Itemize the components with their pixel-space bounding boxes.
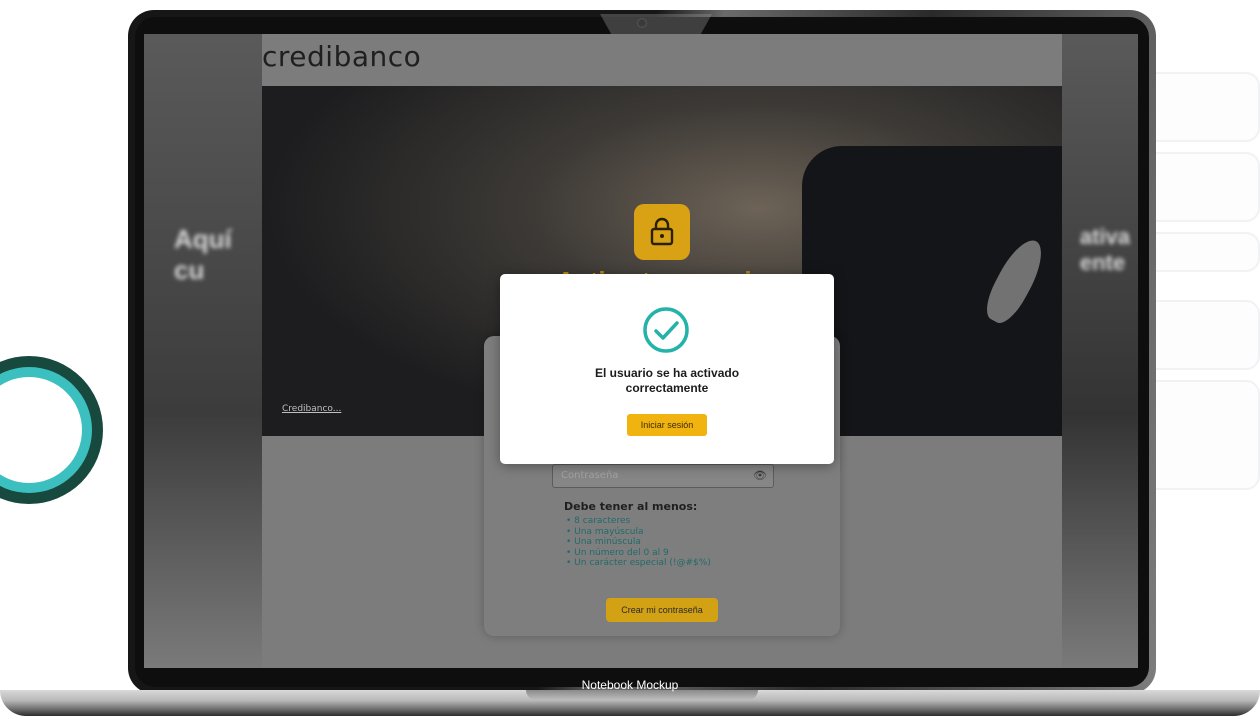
hero-link[interactable]: Credibanco... (282, 404, 341, 414)
site-left-panel: Aquí cu (144, 34, 262, 668)
site-header: credibanco (262, 34, 1062, 86)
camera-notch (600, 14, 712, 34)
lock-icon (650, 217, 674, 246)
password-rule: • Un carácter especial (!@#$%) (566, 558, 711, 568)
site-right-panel: ativa ente (1062, 34, 1138, 668)
password-rules-title: Debe tener al menos: (564, 500, 698, 513)
password-placeholder: Contraseña (561, 470, 619, 481)
success-message: El usuario se ha activado correctamente (500, 366, 834, 396)
password-rule: • Un número del 0 al 9 (566, 547, 669, 558)
password-rule: • Una minúscula (566, 537, 641, 547)
webcam (637, 18, 647, 28)
password-rule: • Una mayúscula (566, 526, 644, 537)
password-input[interactable]: Contraseña 👁 (552, 464, 774, 488)
password-rules-list: • 8 caracteres • Una mayúscula • Una min… (566, 516, 711, 569)
side-text-right: ativa ente (1079, 224, 1130, 275)
success-message-line2: correctamente (625, 381, 709, 395)
laptop-screen: Aquí cu ativa ente credibanco Activa tu … (144, 34, 1138, 668)
check-circle-icon (643, 307, 689, 353)
password-rule: • 8 caracteres (566, 516, 631, 526)
side-text-left: Aquí cu (174, 224, 232, 285)
success-message-line1: El usuario se ha activado (594, 366, 740, 380)
eye-icon[interactable]: 👁 (753, 469, 767, 482)
create-password-button[interactable]: Crear mi contraseña (606, 598, 718, 622)
credibanco-logo[interactable]: credibanco (262, 40, 421, 73)
mockup-label: Notebook Mockup (581, 678, 679, 692)
login-button[interactable]: Iniciar sesión (627, 414, 707, 436)
lock-icon-box (634, 204, 690, 260)
success-modal: El usuario se ha activado correctamente … (500, 274, 834, 464)
